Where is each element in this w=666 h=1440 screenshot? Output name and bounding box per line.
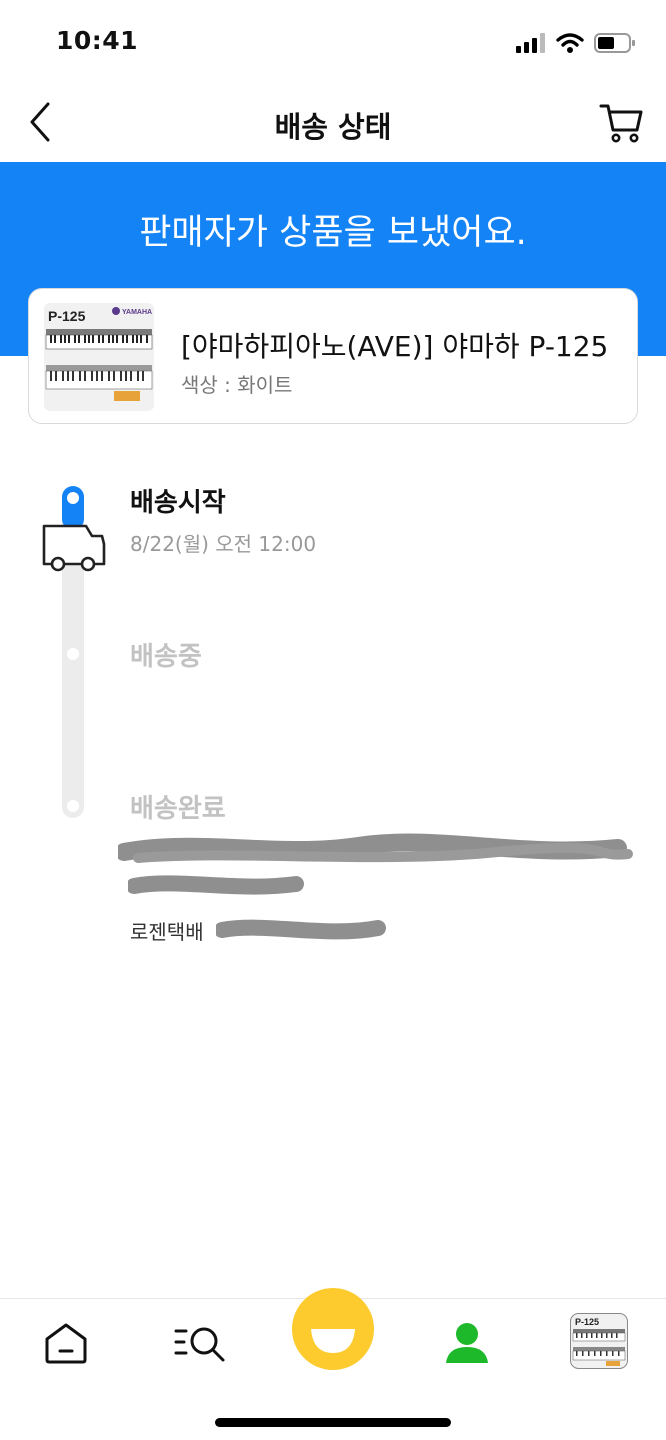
profile-icon (446, 1323, 488, 1363)
thumb-brand-text: YAMAHA (122, 309, 152, 316)
battery-icon (594, 33, 635, 53)
home-icon (45, 1323, 87, 1364)
tab-home[interactable] (42, 1321, 90, 1369)
delivery-timeline (40, 484, 120, 824)
search-list-icon (174, 1327, 225, 1362)
step-label-in-transit: 배송중 (130, 642, 202, 672)
product-card[interactable]: P-125 YAMAHA [야마하피아노(AVE)] 야마하 P-125 색상 … (28, 288, 638, 424)
tab-center-smile[interactable] (291, 1287, 375, 1375)
tab-profile[interactable] (444, 1321, 490, 1369)
tab-product-thumb[interactable]: P-125 (570, 1313, 628, 1373)
courier-name: 로젠택배 (130, 920, 204, 944)
status-icons (516, 30, 636, 56)
product-title: [야마하피아노(AVE)] 야마하 P-125 (181, 330, 609, 363)
status-bar: 10:41 (0, 0, 666, 84)
wifi-icon (556, 33, 584, 53)
page-title: 배송 상태 (274, 110, 392, 144)
step-label-delivered: 배송완료 (130, 794, 226, 824)
timeline-dot-start (67, 492, 79, 504)
cart-button[interactable] (598, 98, 646, 146)
home-indicator (215, 1418, 451, 1427)
step-label-shipping-started: 배송시작 (130, 488, 226, 518)
tab-thumb-model-text: P-125 (575, 1317, 599, 1327)
smile-center-icon (292, 1288, 374, 1370)
truck-icon (42, 524, 106, 572)
navigation-bar: 배송 상태 (0, 84, 666, 162)
signal-icon (516, 33, 545, 53)
product-thumb-icon: P-125 (570, 1313, 628, 1369)
redacted-tracking-number (216, 919, 386, 940)
thumb-model-text: P-125 (48, 308, 86, 324)
product-image: P-125 YAMAHA (44, 303, 154, 411)
timeline-dot-done (67, 800, 79, 812)
cart-icon (599, 104, 643, 143)
tab-search[interactable] (172, 1321, 228, 1369)
product-option: 색상 : 화이트 (181, 373, 293, 397)
status-time: 10:41 (56, 26, 139, 55)
redacted-address-line-2 (128, 875, 304, 895)
timeline-dot-transit (67, 648, 79, 660)
step-date-shipping-started: 8/22(월) 오전 12:00 (130, 532, 317, 556)
banner-message: 판매자가 상품을 보냈어요. (139, 213, 527, 253)
